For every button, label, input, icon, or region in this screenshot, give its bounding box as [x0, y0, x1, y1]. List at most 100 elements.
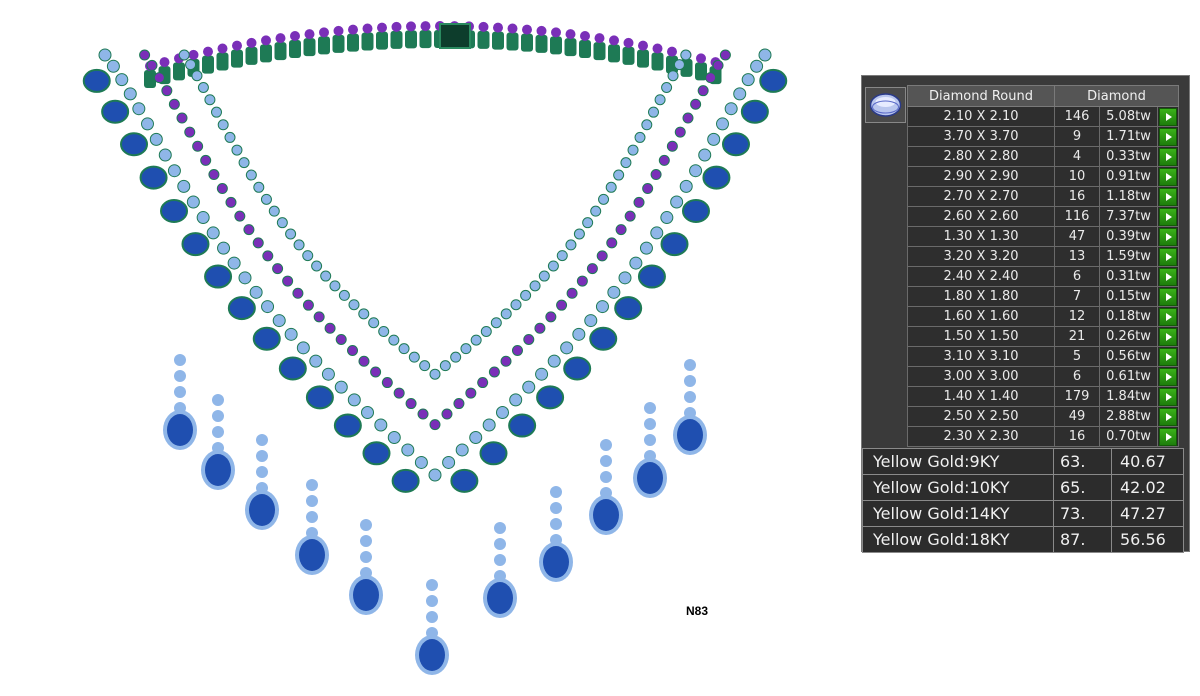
play-arrow-icon[interactable]	[1159, 367, 1177, 386]
collar-stone	[203, 46, 213, 57]
band-stone	[698, 148, 712, 162]
band-stone	[146, 59, 158, 71]
band-stone	[167, 164, 181, 178]
play-arrow-icon[interactable]	[1159, 147, 1177, 166]
play-arrow-icon[interactable]	[1159, 287, 1177, 306]
sapphire-gem	[508, 413, 537, 438]
row-go-button[interactable]	[1157, 226, 1179, 247]
play-arrow-icon[interactable]	[1159, 127, 1177, 146]
play-arrow-icon[interactable]	[1159, 327, 1177, 346]
row-go-button[interactable]	[1157, 326, 1179, 347]
row-go-button[interactable]	[1157, 406, 1179, 427]
row-go-button[interactable]	[1157, 126, 1179, 147]
play-arrow-icon[interactable]	[1159, 207, 1177, 226]
row-go-button[interactable]	[1157, 106, 1179, 127]
play-arrow-icon[interactable]	[1159, 307, 1177, 326]
table-row: 1.30 X 1.30 47 0.39tw	[907, 226, 1179, 247]
band-stone	[674, 126, 686, 138]
row-go-button[interactable]	[1157, 186, 1179, 207]
row-go-button[interactable]	[1157, 386, 1179, 407]
band-stone	[123, 87, 137, 101]
band-stone	[231, 144, 243, 156]
band-stone	[576, 275, 588, 287]
band-stone	[393, 387, 405, 399]
band-stone	[245, 169, 257, 181]
play-arrow-icon[interactable]	[1159, 407, 1177, 426]
drop-stone	[212, 394, 224, 406]
band-stone	[566, 287, 578, 299]
band-stone	[689, 164, 703, 178]
play-arrow-icon[interactable]	[1159, 107, 1177, 126]
sapphire-gem	[450, 468, 479, 493]
row-go-button[interactable]	[1157, 366, 1179, 387]
table-row: 2.10 X 2.10 146 5.08tw	[907, 106, 1179, 127]
collar-link	[579, 40, 591, 58]
band-stone	[534, 322, 546, 334]
collar-link	[318, 36, 330, 55]
play-arrow-icon[interactable]	[1159, 247, 1177, 266]
band-stone	[741, 73, 755, 87]
sapphire-gem	[759, 68, 788, 93]
collar-link	[231, 49, 243, 68]
stone-weight: 0.70tw	[1099, 426, 1158, 447]
play-arrow-icon[interactable]	[1159, 187, 1177, 206]
row-go-button[interactable]	[1157, 306, 1179, 327]
collar-link	[535, 34, 548, 53]
band-stone	[535, 367, 549, 381]
play-arrow-icon[interactable]	[1159, 267, 1177, 286]
row-go-button[interactable]	[1157, 286, 1179, 307]
band-stone	[153, 72, 165, 84]
row-go-button[interactable]	[1157, 206, 1179, 227]
collar-stone	[478, 21, 489, 32]
drop-stone	[550, 486, 562, 498]
play-arrow-icon[interactable]	[1159, 427, 1177, 446]
band-stone	[329, 280, 341, 292]
band-stone	[511, 344, 523, 356]
play-arrow-icon[interactable]	[1159, 347, 1177, 366]
row-go-button[interactable]	[1157, 246, 1179, 267]
play-arrow-icon[interactable]	[1159, 387, 1177, 406]
band-stone	[680, 49, 692, 61]
band-stone	[225, 196, 237, 208]
row-go-button[interactable]	[1157, 346, 1179, 367]
band-stone	[197, 82, 209, 94]
table-row: Yellow Gold:10KY 65. 42.02	[862, 474, 1184, 501]
row-go-button[interactable]	[1157, 426, 1179, 447]
sapphire-gem	[139, 165, 168, 190]
drop-stone	[550, 518, 562, 530]
drop-stone	[212, 426, 224, 438]
sapphire-gem	[740, 99, 769, 124]
metal-weight-value-2: 42.02	[1111, 474, 1184, 501]
band-stone	[624, 210, 636, 222]
play-arrow-icon[interactable]	[1159, 167, 1177, 186]
row-go-button[interactable]	[1157, 146, 1179, 167]
stone-quantity: 49	[1054, 406, 1100, 427]
row-go-button[interactable]	[1157, 166, 1179, 187]
band-stone	[321, 367, 335, 381]
band-stone	[347, 393, 361, 407]
stone-size: 3.00 X 3.00	[907, 366, 1055, 387]
band-stone	[320, 270, 332, 282]
band-stone	[648, 106, 659, 118]
metal-name: Yellow Gold:10KY	[862, 474, 1054, 501]
collar-stone	[652, 43, 663, 54]
band-stone	[679, 179, 693, 193]
stone-weight: 0.15tw	[1099, 286, 1158, 307]
band-stone	[401, 443, 415, 457]
play-arrow-icon[interactable]	[1159, 227, 1177, 246]
stone-weight: 0.91tw	[1099, 166, 1158, 187]
band-stone	[650, 169, 662, 181]
band-stone	[374, 418, 388, 432]
collar-link	[521, 33, 533, 52]
row-go-button[interactable]	[1157, 266, 1179, 287]
round-diamond-icon[interactable]	[865, 87, 906, 123]
band-stone	[276, 217, 288, 229]
band-stone	[758, 48, 772, 62]
band-stone	[272, 263, 284, 275]
band-stone	[361, 405, 374, 419]
table-row: 2.40 X 2.40 6 0.31tw	[907, 266, 1179, 287]
collar-stone	[667, 46, 677, 57]
band-stone	[650, 226, 664, 240]
collar-stone	[246, 37, 257, 48]
table-row: 3.00 X 3.00 6 0.61tw	[907, 366, 1179, 387]
